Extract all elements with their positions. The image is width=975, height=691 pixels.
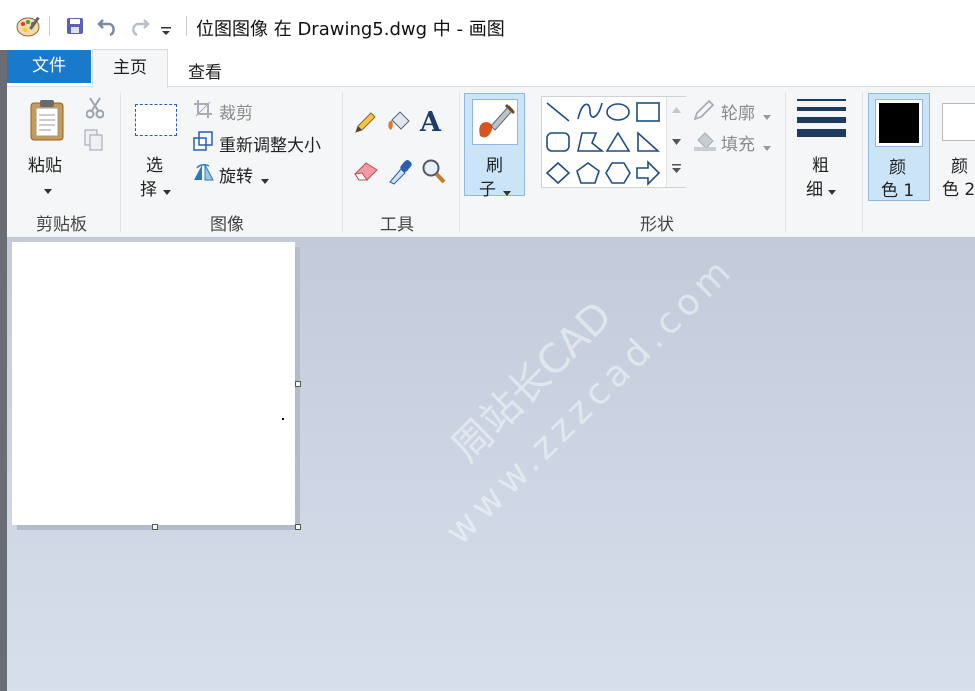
color1-label-line2: 色 1: [881, 181, 915, 201]
shape-curve-icon: [577, 102, 603, 120]
select-button-line2[interactable]: 择: [140, 175, 157, 200]
titlebar-separator: [186, 16, 187, 36]
select-button-line1[interactable]: 选: [146, 151, 163, 176]
crop-button[interactable]: 裁剪: [219, 99, 253, 124]
left-window-edge: [0, 50, 7, 691]
group-separator: [459, 92, 460, 232]
resize-handle-corner[interactable]: [295, 524, 301, 530]
shapes-gallery[interactable]: [541, 96, 686, 188]
shape-triangle-icon: [605, 131, 631, 152]
crop-icon[interactable]: [193, 99, 213, 119]
fill-icon[interactable]: [693, 130, 717, 152]
paste-dropdown-icon[interactable]: [44, 180, 52, 194]
size-dropdown-icon[interactable]: [828, 181, 836, 195]
quick-access-dropdown-icon[interactable]: [160, 22, 172, 35]
brushes-label-line2: 子: [479, 180, 496, 200]
shape-oval-icon: [606, 103, 630, 121]
color2-label-line1: 颜: [951, 157, 968, 177]
text-icon[interactable]: A: [420, 109, 446, 137]
color1-button[interactable]: 颜 色 1: [868, 93, 930, 201]
shape-rounded-rectangle-icon: [546, 132, 570, 152]
magnifier-icon[interactable]: [421, 157, 447, 185]
undo-icon[interactable]: [97, 16, 119, 37]
file-tab[interactable]: 文件: [7, 50, 91, 83]
group-separator: [785, 92, 786, 232]
tab-home-label: 主页: [113, 58, 147, 78]
shape-right-triangle-icon: [637, 131, 661, 152]
color2-button[interactable]: 颜 色 2: [937, 93, 975, 201]
resize-icon[interactable]: [193, 131, 213, 151]
brushes-label-line1: 刷: [486, 156, 503, 176]
shape-hexagon-icon: [605, 162, 631, 184]
size-button-line1[interactable]: 粗: [812, 151, 829, 176]
title-bar: 位图图像 在 Drawing5.dwg 中 - 画图: [0, 0, 975, 50]
shapes-group-label: 形状: [640, 215, 674, 235]
color-picker-icon[interactable]: [387, 157, 413, 185]
shape-polygon-icon: [577, 132, 605, 152]
shape-diamond-icon: [545, 161, 571, 185]
brushes-button[interactable]: 刷 子: [464, 93, 525, 200]
select-icon[interactable]: [135, 104, 177, 136]
shape-rectangle-icon: [636, 102, 660, 122]
copy-icon[interactable]: [84, 129, 104, 151]
shape-pentagon-icon: [576, 162, 600, 184]
size-button-line2[interactable]: 细: [806, 175, 823, 200]
tools-group-label: 工具: [380, 215, 414, 235]
shape-arrow-icon: [636, 160, 661, 186]
window-title: 位图图像 在 Drawing5.dwg 中 - 画图: [196, 19, 505, 40]
shape-line-icon: [546, 102, 570, 122]
eraser-icon[interactable]: [353, 159, 379, 183]
shapes-scroll[interactable]: [666, 97, 686, 187]
tab-view[interactable]: 查看: [188, 58, 222, 83]
fill-dropdown-icon[interactable]: [763, 137, 771, 151]
drawing-canvas[interactable]: [12, 242, 295, 525]
scroll-up-icon: [672, 107, 681, 113]
rotate-icon[interactable]: [193, 162, 215, 182]
size-icon[interactable]: [797, 97, 846, 139]
tab-home[interactable]: 主页: [92, 49, 168, 88]
resize-button[interactable]: 重新调整大小: [219, 131, 321, 156]
redo-icon[interactable]: [128, 16, 150, 37]
brush-icon: [472, 99, 518, 145]
outline-icon[interactable]: [693, 99, 715, 121]
gallery-expand-icon: [672, 164, 681, 173]
group-separator: [120, 92, 121, 232]
group-separator: [862, 92, 863, 232]
paint-app-icon[interactable]: [16, 14, 42, 38]
fill-bucket-icon[interactable]: [386, 110, 412, 136]
resize-handle-bottom[interactable]: [152, 524, 158, 530]
color2-swatch: [942, 103, 975, 141]
group-separator: [342, 92, 343, 232]
outline-dropdown-icon[interactable]: [763, 106, 771, 120]
titlebar-separator: [49, 16, 50, 36]
image-group-label: 图像: [210, 215, 244, 235]
color1-swatch: [875, 99, 923, 147]
cut-icon[interactable]: [85, 97, 105, 119]
outline-button[interactable]: 轮廓: [721, 99, 755, 124]
paste-button[interactable]: 粘贴: [28, 151, 62, 176]
rotate-dropdown-icon[interactable]: [261, 170, 269, 184]
paste-icon[interactable]: [28, 98, 68, 142]
brushes-dropdown-icon: [503, 182, 511, 196]
scroll-down-icon: [672, 139, 681, 145]
resize-handle-right[interactable]: [295, 381, 301, 387]
select-dropdown-icon[interactable]: [163, 181, 171, 195]
clipboard-group-label: 剪贴板: [36, 215, 87, 235]
fill-button[interactable]: 填充: [721, 130, 755, 155]
pencil-icon[interactable]: [353, 111, 377, 135]
color1-label-line1: 颜: [889, 158, 906, 178]
save-icon[interactable]: [66, 17, 84, 35]
canvas-dot: [282, 418, 284, 420]
color2-label-line2: 色 2: [942, 180, 975, 200]
rotate-button[interactable]: 旋转: [219, 162, 253, 187]
